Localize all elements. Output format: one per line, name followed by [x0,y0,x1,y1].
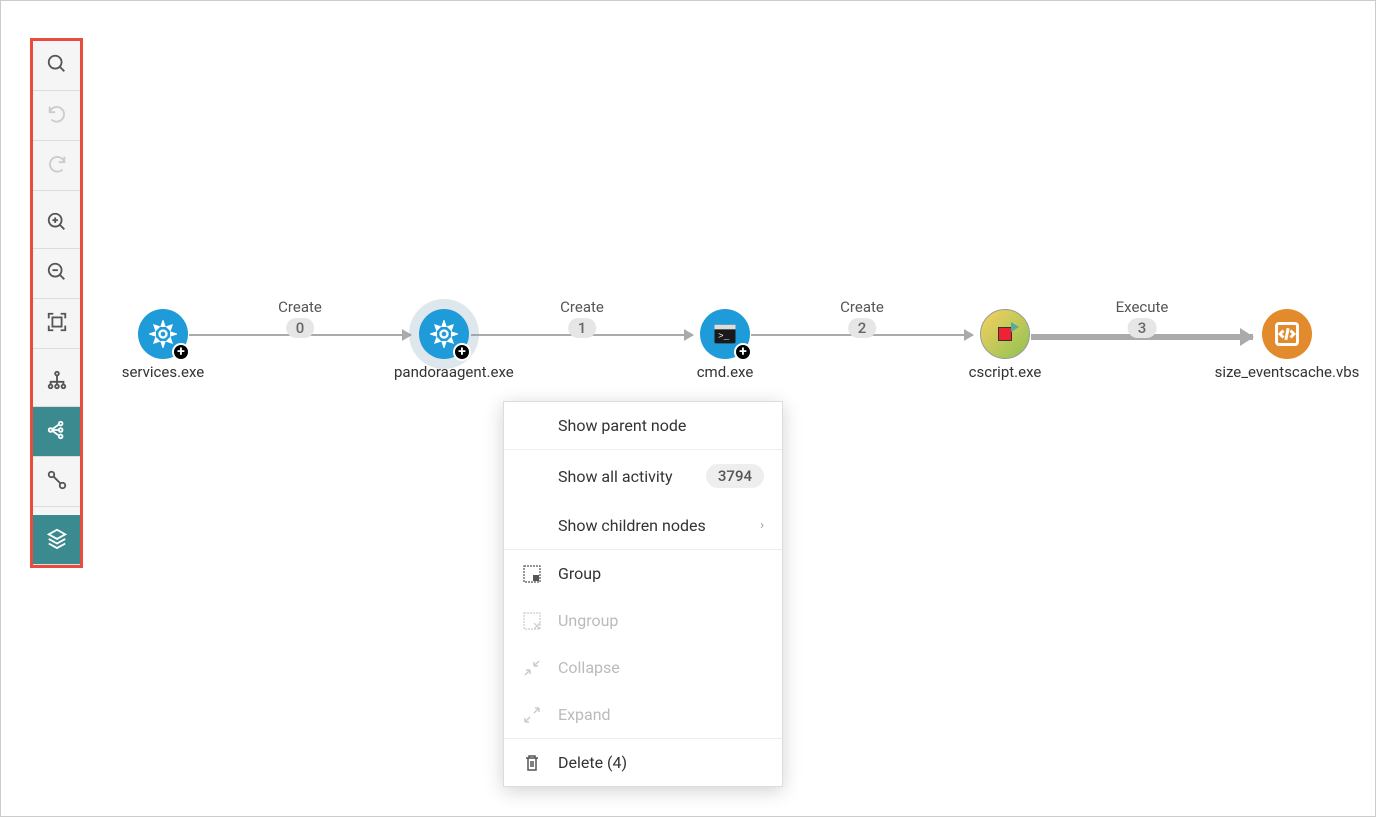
fit-button[interactable] [33,299,80,349]
edge-label: Create [560,298,604,316]
menu-show-children[interactable]: Show children nodes › [504,502,782,549]
ungroup-icon [522,611,542,631]
edge-seq: 2 [848,318,877,338]
plus-badge-icon: + [172,343,190,361]
zoom-out-button[interactable] [33,249,80,299]
script-icon [980,309,1030,359]
plus-badge-icon: + [734,343,752,361]
terminal-icon: >_ + [700,309,750,359]
trash-icon [522,753,542,773]
plus-badge-icon: + [453,343,471,361]
node-label: pandoraagent.exe [394,363,494,381]
node-label: services.exe [113,363,213,381]
menu-ungroup: Ungroup [504,597,782,644]
undo-button[interactable] [33,91,80,141]
gear-icon: + [138,309,188,359]
graph-icon [46,419,68,445]
edge-label: Execute [1116,298,1169,316]
node-cscript[interactable]: cscript.exe [955,309,1055,381]
tree-layout-button[interactable] [33,357,80,407]
zoom-out-icon [46,261,68,287]
expand-icon [522,705,542,725]
redo-icon [46,153,68,179]
graph-layout-button[interactable] [33,407,80,457]
redo-button[interactable] [33,141,80,191]
zoom-in-icon [46,211,68,237]
search-icon [46,53,68,79]
edge-label: Create [840,298,884,316]
link-icon [46,469,68,495]
menu-expand: Expand [504,691,782,738]
chevron-right-icon: › [760,518,764,533]
node-label: cscript.exe [955,363,1055,381]
edge-label: Create [278,298,322,316]
menu-collapse: Collapse [504,644,782,691]
fit-screen-icon [46,311,68,337]
edge-seq: 0 [286,318,315,338]
collapse-icon [522,658,542,678]
svg-text:>_: >_ [718,331,730,342]
node-services[interactable]: + services.exe [113,309,213,381]
menu-delete[interactable]: Delete (4) [504,739,782,786]
zoom-in-button[interactable] [33,199,80,249]
context-menu: Show parent node Show all activity 3794 … [503,401,783,787]
link-layout-button[interactable] [33,457,80,507]
node-vbs[interactable]: size_eventscache.vbs [1197,309,1376,381]
toolbar [30,38,83,568]
node-label: cmd.exe [675,363,775,381]
group-icon [522,564,542,584]
edge-seq: 1 [568,318,597,338]
code-icon [1262,309,1312,359]
search-button[interactable] [33,41,80,91]
menu-show-parent[interactable]: Show parent node [504,402,782,449]
edge-1[interactable]: Create1 [471,334,693,336]
layers-icon [46,527,68,553]
gear-icon: + [419,309,469,359]
node-pandoraagent[interactable]: + pandoraagent.exe [394,309,494,381]
menu-group[interactable]: Group [504,550,782,597]
activity-count-badge: 3794 [706,464,764,488]
layers-button[interactable] [33,515,80,565]
edge-2[interactable]: Create2 [751,334,973,336]
tree-icon [46,369,68,395]
edge-0[interactable]: Create0 [189,334,411,336]
node-label: size_eventscache.vbs [1197,363,1376,381]
menu-show-all-activity[interactable]: Show all activity 3794 [504,450,782,502]
node-cmd[interactable]: >_ + cmd.exe [675,309,775,381]
edge-seq: 3 [1128,318,1157,338]
undo-icon [46,103,68,129]
